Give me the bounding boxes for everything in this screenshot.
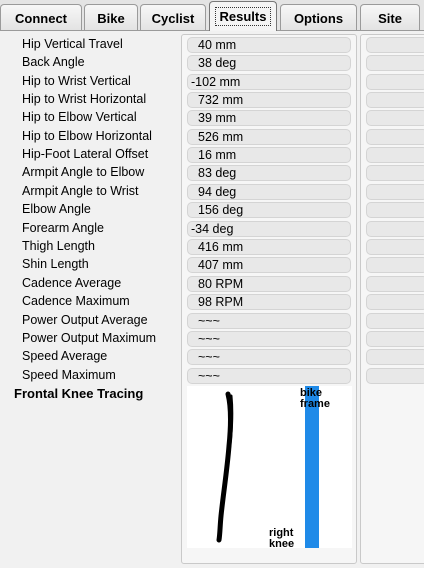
side-field-armpit-angle-to-wrist xyxy=(366,184,424,200)
label-power-output-average: Power Output Average xyxy=(22,313,148,327)
bike-frame-label: bike frame xyxy=(300,388,330,410)
tab-cyclist[interactable]: Cyclist xyxy=(140,4,206,31)
label-thigh-length: Thigh Length xyxy=(22,239,95,253)
label-hip-to-wrist-horizontal: Hip to Wrist Horizontal xyxy=(22,92,147,106)
value-elbow-angle: 156 deg xyxy=(187,202,351,218)
side-field-elbow-angle xyxy=(366,202,424,218)
label-hip-foot-lateral-offset: Hip-Foot Lateral Offset xyxy=(22,147,149,161)
side-field-hip-to-elbow-horizontal xyxy=(366,129,424,145)
value-armpit-angle-to-elbow: 83 deg xyxy=(187,165,351,181)
value-thigh-length: 416 mm xyxy=(187,239,351,255)
side-field-hip-vertical-travel xyxy=(366,37,424,53)
side-field-hip-to-elbow-vertical xyxy=(366,110,424,126)
value-speed-average: ~~~ xyxy=(187,349,351,365)
value-hip-foot-lateral-offset: 16 mm xyxy=(187,147,351,163)
side-field-power-output-average xyxy=(366,313,424,329)
value-armpit-angle-to-wrist: 94 deg xyxy=(187,184,351,200)
label-armpit-angle-to-wrist: Armpit Angle to Wrist xyxy=(22,184,139,198)
label-hip-vertical-travel: Hip Vertical Travel xyxy=(22,37,123,51)
side-field-speed-average xyxy=(366,349,424,365)
tab-site-label: Site xyxy=(378,10,402,26)
label-cadence-average: Cadence Average xyxy=(22,276,122,290)
label-elbow-angle: Elbow Angle xyxy=(22,202,91,216)
tab-bar: Connect Bike Cyclist Results Options Sit… xyxy=(0,0,424,31)
label-speed-average: Speed Average xyxy=(22,349,108,363)
tab-options[interactable]: Options xyxy=(280,4,357,31)
tab-cyclist-label: Cyclist xyxy=(151,10,195,26)
value-shin-length: 407 mm xyxy=(187,257,351,273)
right-knee-label: right knee xyxy=(269,528,294,550)
side-field-forearm-angle xyxy=(366,221,424,237)
knee-trace-graphic xyxy=(216,391,234,543)
tab-site[interactable]: Site xyxy=(360,4,420,31)
side-field-shin-length xyxy=(366,257,424,273)
value-power-output-maximum: ~~~ xyxy=(187,331,351,347)
side-field-hip-to-wrist-vertical xyxy=(366,74,424,90)
label-cadence-maximum: Cadence Maximum xyxy=(22,294,130,308)
tab-results[interactable]: Results xyxy=(209,1,277,31)
side-field-armpit-angle-to-elbow xyxy=(366,165,424,181)
label-hip-to-elbow-horizontal: Hip to Elbow Horizontal xyxy=(22,129,152,143)
side-field-back-angle xyxy=(366,55,424,71)
tab-connect-label: Connect xyxy=(15,10,67,26)
side-field-cadence-maximum xyxy=(366,294,424,310)
side-field-power-output-maximum xyxy=(366,331,424,347)
value-cadence-maximum: 98 RPM xyxy=(187,294,351,310)
label-shin-length: Shin Length xyxy=(22,257,89,271)
value-forearm-angle: -34 deg xyxy=(187,221,351,237)
tab-bike[interactable]: Bike xyxy=(84,4,138,31)
value-hip-to-elbow-vertical: 39 mm xyxy=(187,110,351,126)
value-cadence-average: 80 RPM xyxy=(187,276,351,292)
side-field-cadence-average xyxy=(366,276,424,292)
side-field-speed-maximum xyxy=(366,368,424,384)
label-forearm-angle: Forearm Angle xyxy=(22,221,104,235)
value-back-angle: 38 deg xyxy=(187,55,351,71)
value-power-output-average: ~~~ xyxy=(187,313,351,329)
value-hip-vertical-travel: 40 mm xyxy=(187,37,351,53)
value-hip-to-wrist-horizontal: 732 mm xyxy=(187,92,351,108)
side-field-hip-foot-lateral-offset xyxy=(366,147,424,163)
knee-tracing-title: Frontal Knee Tracing xyxy=(14,386,144,401)
tab-results-label: Results xyxy=(214,7,272,26)
value-hip-to-wrist-vertical: -102 mm xyxy=(187,74,351,90)
tab-connect[interactable]: Connect xyxy=(0,4,82,31)
side-field-hip-to-wrist-horizontal xyxy=(366,92,424,108)
tab-options-label: Options xyxy=(293,10,344,26)
knee-tracing-canvas: bike frame right knee xyxy=(187,386,352,550)
label-back-angle: Back Angle xyxy=(22,55,85,69)
right-knee-label-line2: knee xyxy=(269,538,295,550)
label-hip-to-elbow-vertical: Hip to Elbow Vertical xyxy=(22,110,137,124)
label-speed-maximum: Speed Maximum xyxy=(22,368,116,382)
value-hip-to-elbow-horizontal: 526 mm xyxy=(187,129,351,145)
label-armpit-angle-to-elbow: Armpit Angle to Elbow xyxy=(22,165,145,179)
value-speed-maximum: ~~~ xyxy=(187,368,351,384)
label-power-output-maximum: Power Output Maximum xyxy=(22,331,157,345)
bike-frame-label-line2: frame xyxy=(300,398,330,410)
side-field-thigh-length xyxy=(366,239,424,255)
tab-bike-label: Bike xyxy=(97,10,125,26)
label-hip-to-wrist-vertical: Hip to Wrist Vertical xyxy=(22,74,131,88)
